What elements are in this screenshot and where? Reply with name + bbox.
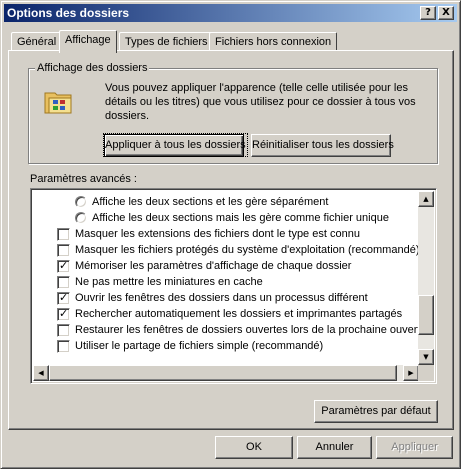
- check-mark-icon: ✓: [59, 307, 69, 320]
- setting-label: Ne pas mettre les miniatures en cache: [75, 276, 263, 288]
- tab-label: Général: [17, 36, 57, 48]
- scrollbar-corner: [418, 365, 434, 381]
- check-mark-icon: ✓: [59, 259, 69, 272]
- folder-view-icon: [44, 92, 72, 114]
- scroll-down-button[interactable]: ▼: [418, 349, 434, 365]
- checkbox[interactable]: [57, 324, 70, 337]
- setting-label: Restaurer les fenêtres de dossiers ouver…: [75, 324, 419, 336]
- reset-all-folders-button[interactable]: Réinitialiser tous les dossiers: [251, 134, 394, 157]
- vertical-scroll-thumb[interactable]: [418, 295, 434, 335]
- restore-defaults-button[interactable]: Paramètres par défaut: [314, 400, 438, 423]
- tab-general[interactable]: Général: [11, 32, 63, 51]
- checkbox[interactable]: [57, 340, 70, 353]
- scroll-up-button[interactable]: ▲: [418, 191, 434, 207]
- advanced-settings-list[interactable]: Affiche les deux sections et les gère sé…: [30, 188, 437, 384]
- title-bar: Options des dossiers ? X: [4, 4, 457, 22]
- scroll-right-button[interactable]: ▶: [403, 365, 419, 381]
- button-label: Annuler: [315, 441, 354, 453]
- cancel-button[interactable]: Annuler: [297, 436, 372, 459]
- advanced-settings-items: Affiche les deux sections et les gère sé…: [33, 191, 419, 365]
- help-button[interactable]: ?: [420, 6, 436, 20]
- button-label: Appliquer à tous les dossiers: [103, 133, 248, 157]
- tab-affichage[interactable]: Affichage: [59, 30, 117, 53]
- window-title: Options des dossiers: [7, 6, 130, 20]
- arrow-up-icon: ▲: [423, 195, 429, 203]
- tab-fichiers-hors-connexion[interactable]: Fichiers hors connexion: [209, 32, 338, 51]
- ok-button[interactable]: OK: [215, 436, 293, 459]
- button-label: OK: [246, 441, 262, 453]
- scroll-left-button[interactable]: ◀: [33, 365, 49, 381]
- radio-button[interactable]: [75, 212, 87, 224]
- arrow-left-icon: ◀: [38, 369, 44, 377]
- setting-label: Affiche les deux sections et les gère sé…: [92, 196, 329, 208]
- close-icon: X: [442, 7, 450, 18]
- tab-label: Types de fichiers: [125, 36, 208, 48]
- help-icon: ?: [425, 7, 431, 18]
- setting-label: Masquer les fichiers protégés du système…: [75, 244, 419, 256]
- setting-label: Masquer les extensions des fichiers dont…: [75, 228, 360, 240]
- setting-label: Mémoriser les paramètres d'affichage de …: [75, 260, 352, 272]
- horizontal-scrollbar[interactable]: ◀ ▶: [33, 365, 419, 381]
- checkbox[interactable]: [57, 276, 70, 289]
- folder-view-legend: Affichage des dossiers: [35, 62, 150, 74]
- arrow-right-icon: ▶: [408, 369, 414, 377]
- setting-label: Ouvrir les fenêtres des dossiers dans un…: [75, 292, 368, 304]
- tab-types-de-fichiers[interactable]: Types de fichiers: [119, 32, 214, 51]
- button-label: Paramètres par défaut: [321, 405, 431, 417]
- vertical-scrollbar[interactable]: ▲ ▼: [418, 191, 434, 365]
- apply-button[interactable]: Appliquer: [376, 436, 453, 459]
- close-button[interactable]: X: [438, 6, 454, 20]
- horizontal-scroll-thumb[interactable]: [49, 365, 397, 381]
- radio-button[interactable]: [75, 196, 87, 208]
- tab-label: Affichage: [65, 34, 111, 46]
- folder-options-dialog: Options des dossiers ? X Général Afficha…: [0, 0, 461, 469]
- checkbox[interactable]: ✓: [57, 307, 70, 321]
- folder-view-description: Vous pouvez appliquer l'apparence (telle…: [105, 82, 416, 122]
- check-mark-icon: ✓: [59, 291, 69, 304]
- apply-to-all-folders-button[interactable]: Appliquer à tous les dossiers: [103, 133, 248, 157]
- advanced-settings-label: Paramètres avancés :: [30, 173, 137, 185]
- arrow-down-icon: ▼: [423, 353, 429, 361]
- setting-label: Affiche les deux sections mais les gère …: [92, 212, 389, 224]
- checkbox[interactable]: [57, 244, 70, 257]
- setting-label: Utiliser le partage de fichiers simple (…: [75, 340, 324, 352]
- tab-label: Fichiers hors connexion: [215, 36, 332, 48]
- checkbox[interactable]: ✓: [57, 259, 70, 273]
- checkbox[interactable]: [57, 228, 70, 241]
- button-label: Appliquer: [391, 441, 438, 453]
- setting-label: Rechercher automatiquement les dossiers …: [75, 308, 403, 320]
- checkbox[interactable]: ✓: [57, 291, 70, 305]
- button-label: Réinitialiser tous les dossiers: [252, 139, 394, 151]
